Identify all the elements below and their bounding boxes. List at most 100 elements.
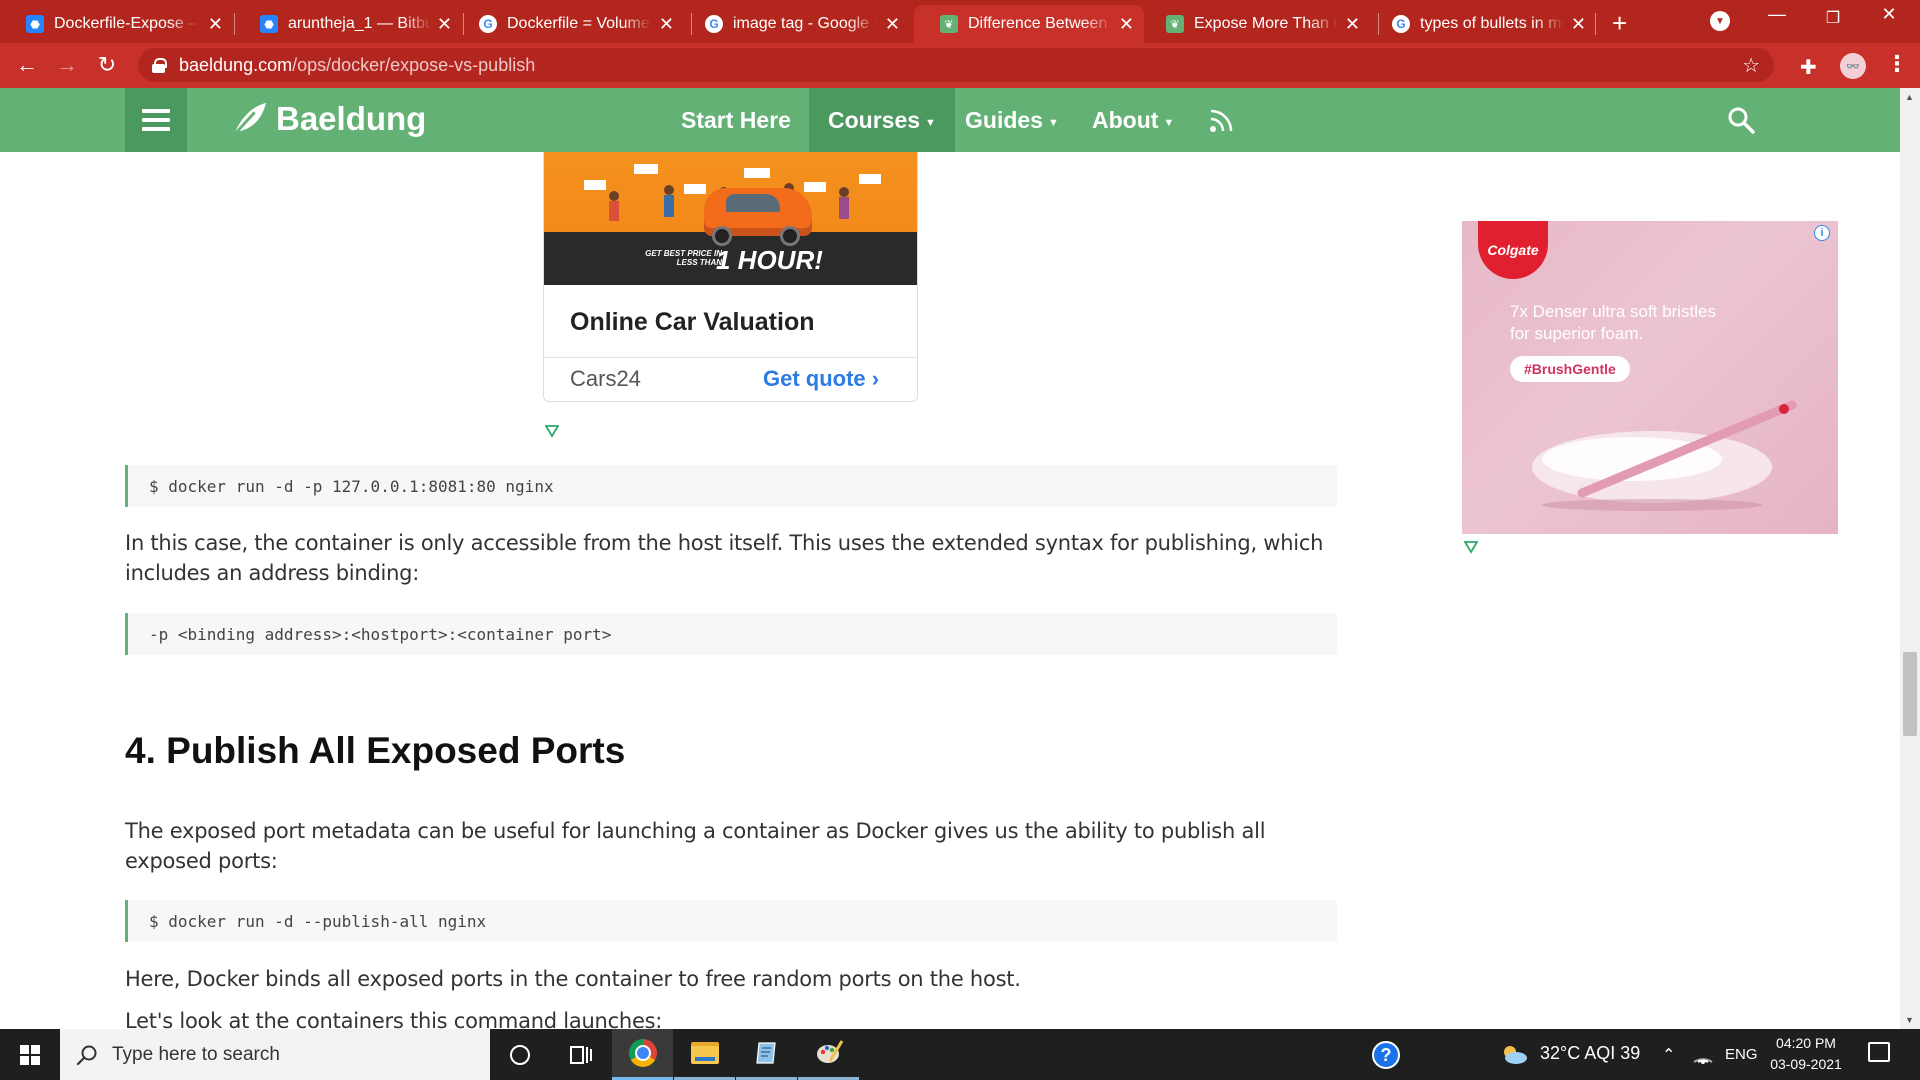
notification-center-icon[interactable] <box>1868 1042 1890 1062</box>
caret-down-icon: ▼ <box>1047 117 1059 129</box>
tab-difference-between[interactable]: ❦ Difference Between "expose" ✕ <box>914 5 1144 43</box>
ad-brand: Cars24 <box>570 366 641 391</box>
nav-label: Start Here <box>681 106 791 133</box>
new-tab-plus-icon[interactable]: + <box>1612 8 1627 39</box>
scroll-up-arrow-icon[interactable]: ▲ <box>1905 92 1914 102</box>
caret-down-icon: ▼ <box>925 117 936 129</box>
restore-icon[interactable]: ❐ <box>1810 8 1856 28</box>
toothbrush-feather-image <box>1532 400 1797 511</box>
chevron-up-icon[interactable]: ⌃ <box>1662 1045 1675 1065</box>
forward-arrow-icon[interactable]: → <box>54 52 80 78</box>
tab-title: Dockerfile-Expose — Bitbucket <box>54 15 198 32</box>
baeldung-leaf-icon <box>232 102 267 137</box>
nav-label: Courses <box>828 106 921 133</box>
tab-image-tag[interactable]: G image tag - Google Search ✕ <box>679 5 910 43</box>
chrome-taskbar-icon[interactable] <box>612 1029 673 1080</box>
ad-choices-icon[interactable] <box>545 424 559 438</box>
close-icon[interactable]: ✕ <box>659 14 674 35</box>
cortana-icon[interactable] <box>489 1029 550 1080</box>
browser-menu-icon[interactable]: ⋮ <box>1886 51 1908 77</box>
weather-text[interactable]: 32°C AQI 39 <box>1540 1043 1640 1064</box>
article-paragraph: Here, Docker binds all exposed ports in … <box>125 967 1021 991</box>
page-viewport: Baeldung Start Here Courses ▼ Guides ▼ Abo… <box>0 88 1900 1029</box>
file-explorer-icon[interactable] <box>674 1029 735 1080</box>
paint-app-icon[interactable] <box>798 1029 859 1080</box>
code-block: $ docker run -d --publish-all nginx <box>125 900 1337 942</box>
taskbar-search-placeholder: Type here to search <box>112 1043 280 1065</box>
nav-label: Guides <box>965 106 1043 133</box>
wifi-icon[interactable] <box>1692 1046 1714 1064</box>
bookmark-star-icon[interactable]: ☆ <box>1742 53 1760 78</box>
ad-info-icon[interactable]: i <box>1814 225 1830 241</box>
tab-types-of-bullets[interactable]: G types of bullets in ms ✕ <box>1366 5 1596 43</box>
rss-feed-icon[interactable] <box>1208 106 1234 134</box>
tab-search-chevron-icon[interactable]: ▼ <box>1710 11 1730 31</box>
close-icon[interactable]: ✕ <box>885 14 900 35</box>
task-view-icon[interactable] <box>550 1029 611 1080</box>
article-paragraph: In this case, the container is only acce… <box>125 531 1324 585</box>
close-icon[interactable]: ✕ <box>208 14 223 35</box>
site-logo[interactable]: Baeldung <box>230 100 426 138</box>
tab-title: Dockerfile = Volume[/ <box>507 15 651 32</box>
vertical-scrollbar[interactable]: ▲ ▼ <box>1900 88 1920 1029</box>
site-logo-text: Baeldung <box>276 100 427 137</box>
notepad-app-icon[interactable] <box>736 1029 797 1080</box>
baeldung-leaf-icon: ❦ <box>1166 15 1184 33</box>
scrollbar-thumb[interactable] <box>1903 652 1917 736</box>
code-block: $ docker run -d -p 127.0.0.1:8081:80 ngi… <box>125 465 1337 507</box>
google-icon: G <box>1392 15 1410 33</box>
address-bar-row: ← → ↻ baeldung.com/ops/docker/expose-vs-… <box>0 43 1920 88</box>
lock-icon[interactable] <box>152 57 167 73</box>
start-button[interactable] <box>0 1029 60 1080</box>
nav-courses[interactable]: Courses ▼ <box>809 88 955 152</box>
taskbar-search-box[interactable]: Type here to search <box>60 1029 490 1080</box>
windows-taskbar: Type here to search ? 32°C AQI 39 ⌃ ENG … <box>0 1029 1920 1080</box>
help-question-icon[interactable]: ? <box>1372 1041 1400 1069</box>
article-paragraph: The exposed port metadata can be useful … <box>125 819 1266 873</box>
reload-icon[interactable]: ↻ <box>94 52 120 78</box>
caret-down-icon: ▼ <box>1163 117 1175 129</box>
tab-dockerfile-expose[interactable]: ⬣ Dockerfile-Expose — Bitbucket ✕ <box>0 5 233 43</box>
scroll-down-arrow-icon[interactable]: ▼ <box>1905 1015 1914 1025</box>
url-omnibox[interactable]: baeldung.com/ops/docker/expose-vs-publis… <box>138 48 1774 82</box>
nav-about[interactable]: About ▼ <box>1073 88 1193 152</box>
extensions-puzzle-icon[interactable]: ✚ <box>1800 55 1817 80</box>
hamburger-menu-icon[interactable] <box>125 88 187 152</box>
bitbucket-icon: ⬣ <box>26 15 44 33</box>
tab-title: image tag - Google Search <box>733 15 877 32</box>
get-quote-link[interactable]: Get quote › <box>763 366 879 392</box>
system-clock[interactable]: 04:20 PM 03-09-2021 <box>1766 1033 1846 1075</box>
url-path: /ops/docker/expose-vs-publish <box>292 54 536 75</box>
close-icon[interactable]: ✕ <box>437 14 452 35</box>
tab-expose-more-ports[interactable]: ❦ Expose More Than One Port ✕ <box>1140 5 1370 43</box>
window-close-icon[interactable]: ✕ <box>1866 4 1912 25</box>
nav-label: About <box>1092 106 1159 133</box>
weather-cloud-icon[interactable] <box>1500 1043 1528 1065</box>
tab-dockerfile-volume[interactable]: G Dockerfile = Volume[/ ✕ <box>453 5 684 43</box>
back-arrow-icon[interactable]: ← <box>14 52 40 78</box>
wheel-shape <box>780 226 800 246</box>
section-heading: 4. Publish All Exposed Ports <box>125 730 626 771</box>
close-icon[interactable]: ✕ <box>1345 14 1360 35</box>
colgate-logo: Colgate <box>1478 221 1548 279</box>
clock-time: 04:20 PM <box>1776 1035 1836 1051</box>
nav-start-here[interactable]: Start Here <box>662 88 810 152</box>
colgate-ad[interactable]: Colgate 7x Denser ultra soft bristles fo… <box>1462 221 1838 534</box>
windows-logo-icon <box>20 1044 40 1065</box>
close-icon[interactable]: ✕ <box>1119 14 1134 35</box>
cars24-ad[interactable]: GET BEST PRICE IN LESS THAN 1 HOUR! Onli… <box>543 152 918 402</box>
language-indicator[interactable]: ENG <box>1725 1046 1758 1063</box>
ad-hashtag: #BrushGentle <box>1510 356 1630 382</box>
minimize-icon[interactable]: — <box>1754 4 1800 25</box>
code-block: -p <binding address>:<hostport>:<contain… <box>125 613 1337 655</box>
profile-avatar[interactable]: 👓 <box>1840 53 1866 79</box>
tab-aruntheja[interactable]: ⬣ aruntheja_1 — Bitbucket ✕ <box>234 5 462 43</box>
site-header: Baeldung Start Here Courses ▼ Guides ▼ Abo… <box>0 88 1900 152</box>
tab-title: aruntheja_1 — Bitbucket <box>288 15 432 32</box>
nav-guides[interactable]: Guides ▼ <box>946 88 1078 152</box>
tab-separator <box>1595 13 1596 35</box>
search-icon[interactable] <box>1727 106 1755 134</box>
tab-title: types of bullets in ms <box>1420 15 1564 32</box>
ad-choices-icon[interactable] <box>1464 540 1478 554</box>
close-icon[interactable]: ✕ <box>1571 14 1586 35</box>
